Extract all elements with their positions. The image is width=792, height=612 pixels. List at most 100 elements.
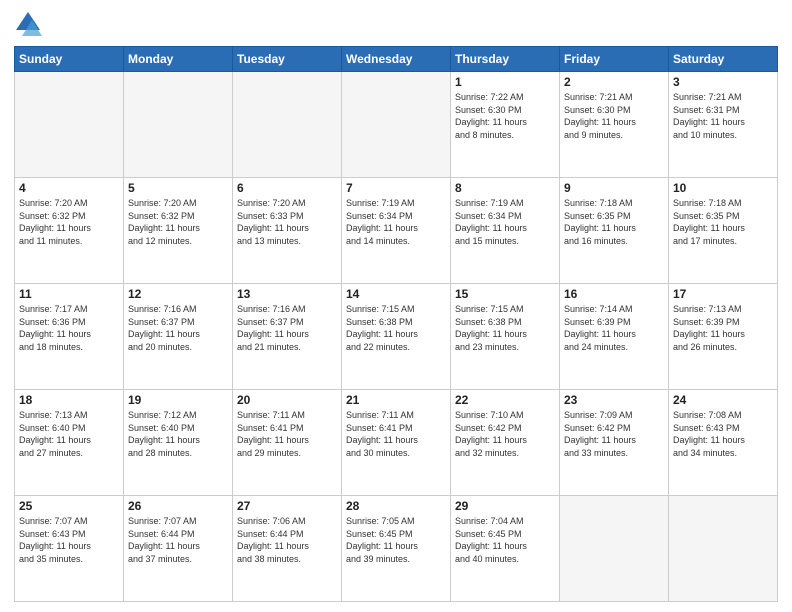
day-info: Sunrise: 7:07 AM Sunset: 6:44 PM Dayligh… [128, 515, 228, 565]
week-row-4: 25Sunrise: 7:07 AM Sunset: 6:43 PM Dayli… [15, 496, 778, 602]
calendar-cell: 22Sunrise: 7:10 AM Sunset: 6:42 PM Dayli… [451, 390, 560, 496]
day-info: Sunrise: 7:08 AM Sunset: 6:43 PM Dayligh… [673, 409, 773, 459]
day-number: 21 [346, 393, 446, 407]
day-info: Sunrise: 7:11 AM Sunset: 6:41 PM Dayligh… [237, 409, 337, 459]
day-info: Sunrise: 7:16 AM Sunset: 6:37 PM Dayligh… [128, 303, 228, 353]
day-info: Sunrise: 7:04 AM Sunset: 6:45 PM Dayligh… [455, 515, 555, 565]
day-number: 4 [19, 181, 119, 195]
calendar-cell: 29 Sunrise: 7:04 AM Sunset: 6:45 PM Dayli… [451, 496, 560, 602]
weekday-header-sunday: Sunday [15, 47, 124, 72]
day-info: Sunrise: 7:15 AM Sunset: 6:38 PM Dayligh… [346, 303, 446, 353]
day-info: Sunrise: 7:20 AM Sunset: 6:32 PM Dayligh… [128, 197, 228, 247]
calendar-cell: 18 Sunrise: 7:13 AM Sunset: 6:40 PM Dayli… [15, 390, 124, 496]
day-info: Sunrise: 7:12 AM Sunset: 6:40 PM Dayligh… [128, 409, 228, 459]
day-number: 12 [128, 287, 228, 301]
logo [14, 10, 46, 38]
calendar-cell: 4 Sunrise: 7:20 AM Sunset: 6:32 PM Daylig… [15, 178, 124, 284]
calendar-cell [560, 496, 669, 602]
calendar-cell: 27 Sunrise: 7:06 AM Sunset: 6:44 PM Dayli… [233, 496, 342, 602]
day-info: Sunrise: 7:07 AM Sunset: 6:43 PM Dayligh… [19, 515, 119, 565]
day-number: 5 [128, 181, 228, 195]
week-row-2: 11 Sunrise: 7:17 AM Sunset: 6:36 PM Dayli… [15, 284, 778, 390]
calendar-cell: 10 Sunrise: 7:18 AM Sunset: 6:35 PM Dayli… [669, 178, 778, 284]
weekday-header-thursday: Thursday [451, 47, 560, 72]
calendar-cell: 1 Sunrise: 7:22 AM Sunset: 6:30 PM Daylig… [451, 72, 560, 178]
day-number: 9 [564, 181, 664, 195]
day-info: Sunrise: 7:20 AM Sunset: 6:33 PM Dayligh… [237, 197, 337, 247]
calendar-cell: 26 Sunrise: 7:07 AM Sunset: 6:44 PM Dayli… [124, 496, 233, 602]
weekday-header-monday: Monday [124, 47, 233, 72]
header [14, 10, 778, 38]
day-number: 26 [128, 499, 228, 513]
calendar-cell: 3 Sunrise: 7:21 AM Sunset: 6:31 PM Daylig… [669, 72, 778, 178]
day-number: 20 [237, 393, 337, 407]
calendar-body: 1 Sunrise: 7:22 AM Sunset: 6:30 PM Daylig… [15, 72, 778, 602]
weekday-row: SundayMondayTuesdayWednesdayThursdayFrid… [15, 47, 778, 72]
logo-icon [14, 10, 42, 38]
day-number: 22 [455, 393, 555, 407]
day-number: 7 [346, 181, 446, 195]
day-number: 10 [673, 181, 773, 195]
day-number: 3 [673, 75, 773, 89]
day-info: Sunrise: 7:21 AM Sunset: 6:31 PM Dayligh… [673, 91, 773, 141]
calendar-cell: 17 Sunrise: 7:13 AM Sunset: 6:39 PM Dayli… [669, 284, 778, 390]
day-info: Sunrise: 7:15 AM Sunset: 6:38 PM Dayligh… [455, 303, 555, 353]
day-info: Sunrise: 7:21 AM Sunset: 6:30 PM Dayligh… [564, 91, 664, 141]
weekday-header-tuesday: Tuesday [233, 47, 342, 72]
day-info: Sunrise: 7:11 AM Sunset: 6:41 PM Dayligh… [346, 409, 446, 459]
day-number: 11 [19, 287, 119, 301]
weekday-header-friday: Friday [560, 47, 669, 72]
week-row-1: 4 Sunrise: 7:20 AM Sunset: 6:32 PM Daylig… [15, 178, 778, 284]
calendar-cell: 9 Sunrise: 7:18 AM Sunset: 6:35 PM Daylig… [560, 178, 669, 284]
calendar-cell: 19 Sunrise: 7:12 AM Sunset: 6:40 PM Dayli… [124, 390, 233, 496]
day-info: Sunrise: 7:06 AM Sunset: 6:44 PM Dayligh… [237, 515, 337, 565]
weekday-header-saturday: Saturday [669, 47, 778, 72]
calendar-cell [669, 496, 778, 602]
day-info: Sunrise: 7:05 AM Sunset: 6:45 PM Dayligh… [346, 515, 446, 565]
day-number: 29 [455, 499, 555, 513]
calendar-cell: 8 Sunrise: 7:19 AM Sunset: 6:34 PM Daylig… [451, 178, 560, 284]
calendar-cell: 7Sunrise: 7:19 AM Sunset: 6:34 PM Daylig… [342, 178, 451, 284]
calendar-cell: 6Sunrise: 7:20 AM Sunset: 6:33 PM Daylig… [233, 178, 342, 284]
calendar-cell: 5 Sunrise: 7:20 AM Sunset: 6:32 PM Daylig… [124, 178, 233, 284]
day-info: Sunrise: 7:16 AM Sunset: 6:37 PM Dayligh… [237, 303, 337, 353]
day-number: 19 [128, 393, 228, 407]
day-number: 8 [455, 181, 555, 195]
calendar-cell [342, 72, 451, 178]
calendar-cell [15, 72, 124, 178]
calendar-cell: 11 Sunrise: 7:17 AM Sunset: 6:36 PM Dayli… [15, 284, 124, 390]
calendar-cell: 16 Sunrise: 7:14 AM Sunset: 6:39 PM Dayli… [560, 284, 669, 390]
day-number: 1 [455, 75, 555, 89]
week-row-0: 1 Sunrise: 7:22 AM Sunset: 6:30 PM Daylig… [15, 72, 778, 178]
day-info: Sunrise: 7:17 AM Sunset: 6:36 PM Dayligh… [19, 303, 119, 353]
calendar-cell: 25Sunrise: 7:07 AM Sunset: 6:43 PM Dayli… [15, 496, 124, 602]
calendar-cell [233, 72, 342, 178]
day-number: 14 [346, 287, 446, 301]
day-info: Sunrise: 7:13 AM Sunset: 6:39 PM Dayligh… [673, 303, 773, 353]
day-info: Sunrise: 7:14 AM Sunset: 6:39 PM Dayligh… [564, 303, 664, 353]
calendar-cell: 15Sunrise: 7:15 AM Sunset: 6:38 PM Dayli… [451, 284, 560, 390]
day-number: 24 [673, 393, 773, 407]
day-info: Sunrise: 7:13 AM Sunset: 6:40 PM Dayligh… [19, 409, 119, 459]
page: SundayMondayTuesdayWednesdayThursdayFrid… [0, 0, 792, 612]
calendar-cell: 24 Sunrise: 7:08 AM Sunset: 6:43 PM Dayli… [669, 390, 778, 496]
weekday-header-wednesday: Wednesday [342, 47, 451, 72]
day-number: 13 [237, 287, 337, 301]
calendar-cell: 2Sunrise: 7:21 AM Sunset: 6:30 PM Daylig… [560, 72, 669, 178]
day-number: 16 [564, 287, 664, 301]
day-info: Sunrise: 7:18 AM Sunset: 6:35 PM Dayligh… [564, 197, 664, 247]
day-info: Sunrise: 7:20 AM Sunset: 6:32 PM Dayligh… [19, 197, 119, 247]
day-info: Sunrise: 7:19 AM Sunset: 6:34 PM Dayligh… [455, 197, 555, 247]
day-number: 18 [19, 393, 119, 407]
day-info: Sunrise: 7:18 AM Sunset: 6:35 PM Dayligh… [673, 197, 773, 247]
day-number: 17 [673, 287, 773, 301]
calendar-cell: 14 Sunrise: 7:15 AM Sunset: 6:38 PM Dayli… [342, 284, 451, 390]
day-number: 28 [346, 499, 446, 513]
day-number: 27 [237, 499, 337, 513]
day-info: Sunrise: 7:22 AM Sunset: 6:30 PM Dayligh… [455, 91, 555, 141]
calendar-cell: 13 Sunrise: 7:16 AM Sunset: 6:37 PM Dayli… [233, 284, 342, 390]
calendar-cell: 21 Sunrise: 7:11 AM Sunset: 6:41 PM Dayli… [342, 390, 451, 496]
calendar-cell: 23Sunrise: 7:09 AM Sunset: 6:42 PM Dayli… [560, 390, 669, 496]
calendar-cell [124, 72, 233, 178]
calendar-cell: 12 Sunrise: 7:16 AM Sunset: 6:37 PM Dayli… [124, 284, 233, 390]
